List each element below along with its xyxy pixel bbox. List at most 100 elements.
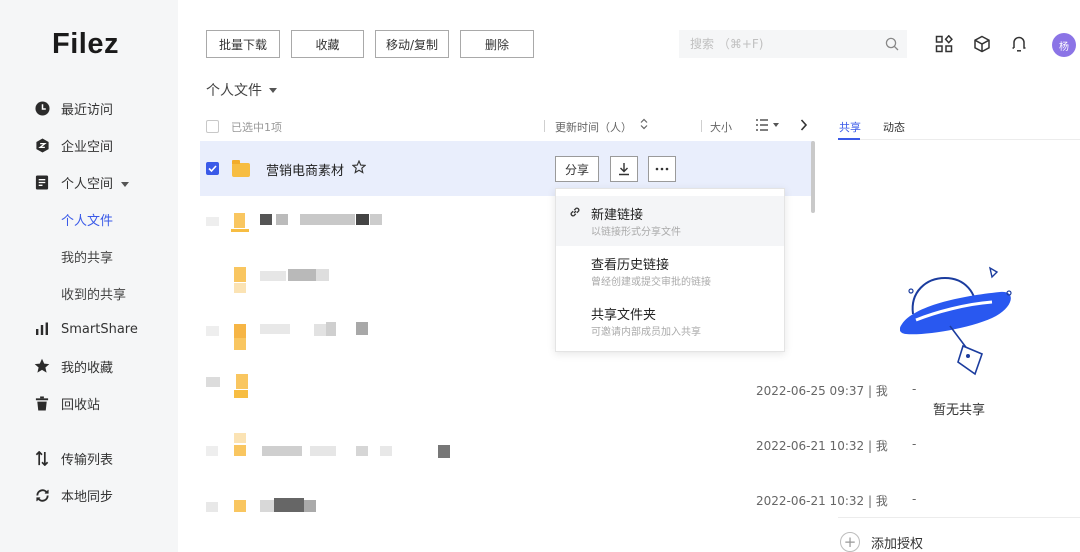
- blurred-content: [236, 374, 248, 389]
- batch-download-button[interactable]: 批量下载: [206, 30, 280, 58]
- sidebar-item-received-shares[interactable]: 收到的共享: [0, 279, 178, 307]
- sidebar-item-label: 最近访问: [61, 102, 114, 118]
- blurred-content: [304, 500, 316, 512]
- sidebar-item-transfer[interactable]: 传输列表: [0, 444, 178, 472]
- sync-icon: [34, 487, 50, 503]
- column-divider: [701, 120, 702, 132]
- row-time: 2022-06-21 10:32 | 我: [756, 494, 888, 508]
- blurred-content: [234, 267, 246, 282]
- plus-icon: +: [840, 532, 860, 552]
- blurred-content: [234, 213, 245, 228]
- blurred-content: [370, 214, 382, 225]
- blurred-content: [326, 322, 336, 336]
- sidebar-item-trash[interactable]: 回收站: [0, 389, 178, 417]
- scrollbar[interactable]: [811, 141, 815, 213]
- document-icon: [34, 174, 50, 190]
- search-input[interactable]: [690, 37, 870, 51]
- blurred-content: [314, 324, 326, 336]
- apps-icon[interactable]: [934, 34, 954, 54]
- blurred-content: [231, 229, 249, 232]
- sidebar-item-label: 回收站: [61, 397, 101, 413]
- blurred-content: [234, 338, 246, 350]
- column-header-time[interactable]: 更新时间（人）: [555, 119, 632, 135]
- select-all-checkbox[interactable]: [206, 120, 219, 133]
- favorite-button[interactable]: 收藏: [291, 30, 364, 58]
- empty-share-illustration: [900, 266, 1012, 376]
- breadcrumb-label: 个人文件: [206, 83, 262, 99]
- search-icon[interactable]: [885, 37, 899, 55]
- blurred-content: [206, 326, 219, 336]
- row-size: -: [912, 437, 917, 451]
- sidebar-item-my-shares[interactable]: 我的共享: [0, 242, 178, 270]
- menu-item-desc: 可邀请内部成员加入共享: [591, 327, 701, 338]
- table-row[interactable]: 2022-06-21 10:32 | 我 -: [200, 471, 916, 526]
- trash-icon: [34, 395, 50, 411]
- column-header-size[interactable]: 大小: [710, 119, 732, 135]
- row-size: -: [912, 382, 917, 396]
- blurred-content: [234, 445, 246, 456]
- menu-item-link-history[interactable]: 查看历史链接 曾经创建或提交审批的链接: [556, 246, 784, 296]
- delete-button[interactable]: 删除: [460, 30, 534, 58]
- sidebar-item-personal-space[interactable]: 个人空间: [0, 168, 178, 196]
- column-divider: [544, 120, 545, 132]
- list-view-icon[interactable]: [755, 118, 781, 135]
- star-outline-icon[interactable]: [351, 159, 367, 178]
- sidebar-item-smartshare[interactable]: SmartShare: [0, 315, 178, 343]
- chevron-down-icon: [269, 87, 277, 93]
- link-icon: [569, 206, 581, 222]
- sidebar-item-recent[interactable]: 最近访问: [0, 94, 178, 122]
- divider: [838, 139, 1080, 140]
- more-icon[interactable]: [648, 156, 676, 182]
- sidebar-item-label: 我的收藏: [61, 360, 114, 376]
- table-row[interactable]: 2022-06-25 09:37 | 我 -: [200, 361, 916, 416]
- row-time: 2022-06-21 10:32 | 我: [756, 439, 888, 453]
- app-logo[interactable]: Filez: [52, 28, 119, 61]
- move-copy-button[interactable]: 移动/复制: [375, 30, 449, 58]
- blurred-content: [288, 269, 316, 281]
- add-authorization-label: 添加授权: [871, 536, 924, 552]
- sidebar-item-personal-files[interactable]: 个人文件: [0, 205, 178, 233]
- share-button[interactable]: 分享: [555, 156, 599, 182]
- folder-icon: [232, 160, 250, 177]
- blurred-content: [274, 498, 304, 512]
- table-header: 已选中1项 更新时间（人） 大小: [200, 114, 814, 138]
- file-name[interactable]: 营销电商素材: [266, 160, 344, 179]
- tab-activity[interactable]: 动态: [883, 119, 905, 135]
- blurred-content: [262, 446, 302, 456]
- blurred-content: [206, 446, 218, 456]
- sidebar-item-favorites[interactable]: 我的收藏: [0, 352, 178, 380]
- bell-icon[interactable]: [1009, 34, 1029, 54]
- blurred-content: [206, 377, 220, 387]
- avatar[interactable]: 杨: [1052, 33, 1076, 57]
- row-size: -: [912, 492, 917, 506]
- sidebar-item-enterprise[interactable]: 企业空间: [0, 131, 178, 159]
- breadcrumb[interactable]: 个人文件: [206, 80, 277, 100]
- menu-item-share-folder[interactable]: 共享文件夹 可邀请内部成员加入共享: [556, 296, 784, 346]
- tab-share[interactable]: 共享: [839, 119, 861, 135]
- row-checkbox[interactable]: [206, 162, 219, 175]
- share-menu: 新建链接 以链接形式分享文件 查看历史链接 曾经创建或提交审批的链接 共享文件夹…: [555, 188, 785, 352]
- download-icon[interactable]: [610, 156, 638, 182]
- transfer-icon: [34, 450, 50, 466]
- blurred-content: [206, 502, 218, 512]
- sidebar-item-local-sync[interactable]: 本地同步: [0, 481, 178, 509]
- box-icon[interactable]: [972, 34, 992, 54]
- blurred-content: [356, 322, 368, 335]
- sidebar: Filez 最近访问 企业空间 个人空间 个人文件 我的共享 收到的共享 Sma…: [0, 0, 178, 552]
- menu-item-title: 查看历史链接: [591, 258, 670, 273]
- menu-item-title: 共享文件夹: [591, 308, 657, 323]
- blurred-content: [380, 446, 392, 456]
- blurred-content: [234, 500, 246, 512]
- add-authorization-button[interactable]: + 添加授权: [840, 532, 923, 552]
- menu-item-desc: 曾经创建或提交审批的链接: [591, 277, 711, 288]
- chevron-down-icon: [121, 181, 130, 187]
- blurred-content: [260, 324, 290, 334]
- menu-item-new-link[interactable]: 新建链接 以链接形式分享文件: [556, 196, 784, 246]
- blurred-content: [234, 433, 246, 443]
- sort-icon[interactable]: [640, 117, 648, 134]
- table-row[interactable]: 2022-06-21 10:32 | 我 -: [200, 416, 916, 471]
- chevron-right-icon[interactable]: [800, 118, 808, 135]
- blurred-content: [316, 269, 329, 281]
- blurred-content: [356, 446, 368, 456]
- sidebar-item-label: 个人空间: [61, 176, 114, 192]
